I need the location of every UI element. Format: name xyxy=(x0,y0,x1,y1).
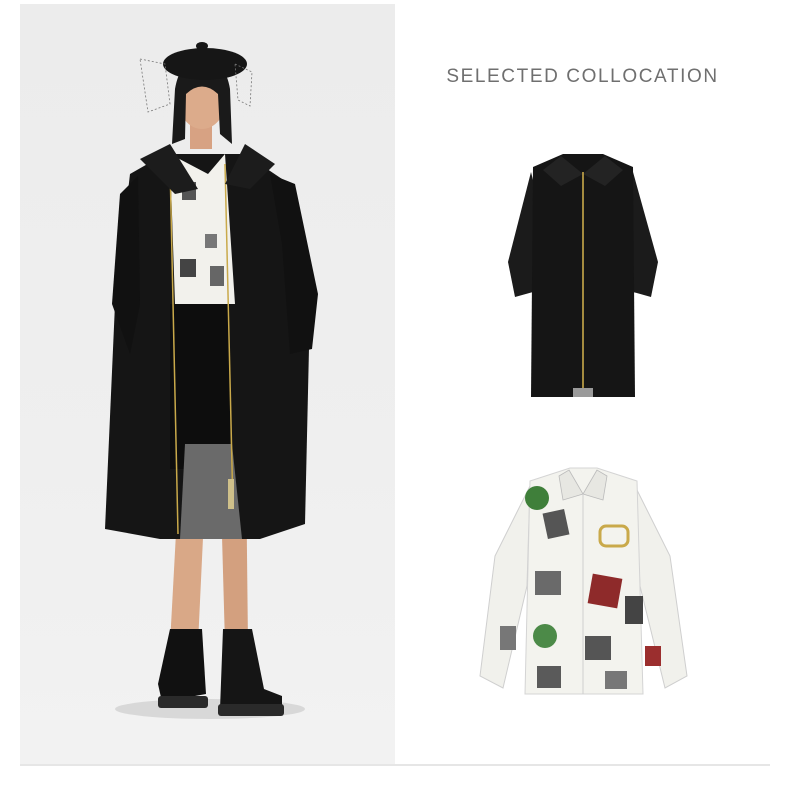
shirt-product[interactable] xyxy=(475,466,693,698)
collocation-title: SELECTED COLLOCATION xyxy=(446,66,719,87)
coat-product[interactable] xyxy=(503,152,663,402)
product-collocation-banner: SELECTED COLLOCATION xyxy=(20,4,770,766)
collocation-panel: SELECTED COLLOCATION xyxy=(395,4,770,764)
model-photo xyxy=(20,4,395,764)
black-zip-coat-icon xyxy=(508,154,658,397)
model-outfit-illustration xyxy=(105,42,318,719)
printed-shirt-icon xyxy=(479,467,688,695)
